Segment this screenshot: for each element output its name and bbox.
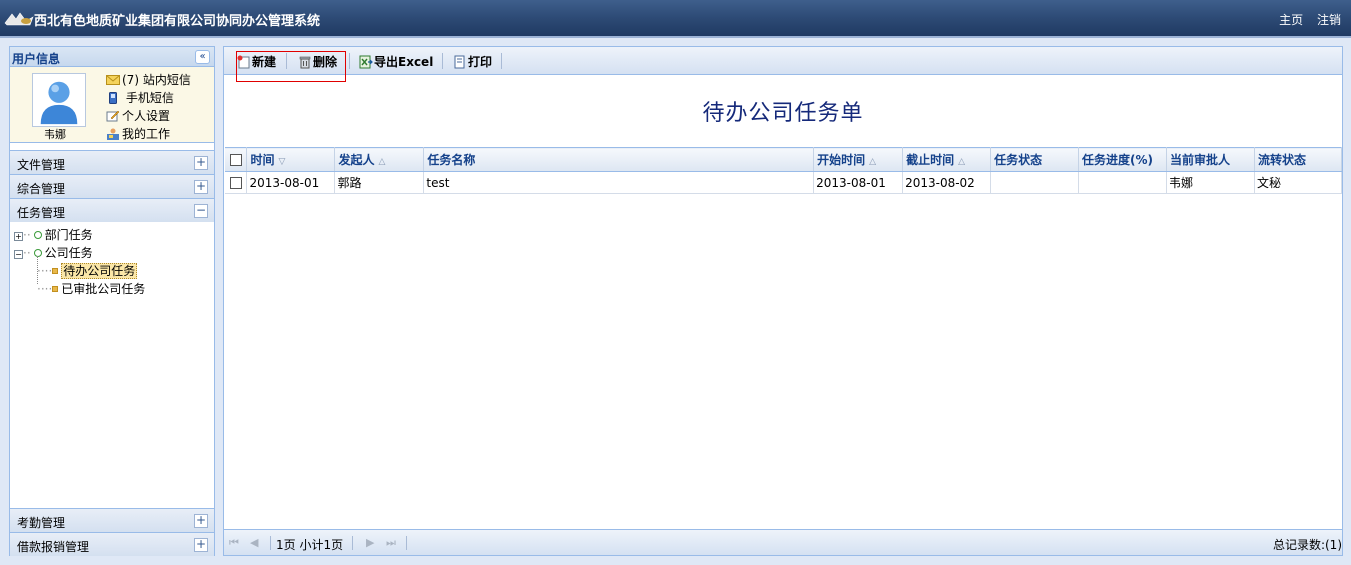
first-page-icon[interactable]: ⏮ [229, 536, 239, 550]
inbox-link[interactable]: (7) 站内短信 [106, 71, 191, 89]
my-work-link[interactable]: 我的工作 [106, 125, 191, 143]
task-tree: +·· 部门任务 −·· 公司任务 ···· 待办公司任务 ···· 已审批公司任务 [10, 222, 214, 508]
cell-time: 2013-08-01 [246, 171, 336, 194]
section-attendance-management[interactable]: 考勤管理 + [10, 508, 214, 532]
user-info-header: 用户信息 « [10, 47, 214, 67]
cell-task-name[interactable]: test [423, 171, 815, 194]
column-header-task-status[interactable]: 任务状态 [990, 147, 1080, 172]
avatar [32, 73, 86, 127]
table-row[interactable]: 2013-08-01 郭路 test 2013-08-01 2013-08-02… [225, 171, 1343, 194]
cell-task-status [990, 171, 1080, 194]
column-header-end-time[interactable]: 截止时间 △ [902, 147, 992, 172]
expand-icon[interactable]: + [194, 538, 208, 552]
user-name: 韦娜 [44, 128, 66, 141]
section-task-management[interactable]: 任务管理 − [10, 198, 214, 222]
tree-expand-icon[interactable]: + [14, 232, 23, 241]
leaf-icon [52, 286, 59, 292]
tree-collapse-icon[interactable]: − [14, 250, 23, 259]
pager: ⏮ ◀ 1页 小计1页 ▶ ⏭ 总记录数:(1) [224, 529, 1342, 555]
main-panel: 新建 删除 导出Excel 打印 待办公司任务单 时间 ▽ 发起人 △ 任务名称 开… [223, 46, 1343, 556]
cell-start-time: 2013-08-01 [813, 171, 904, 194]
row-select-cell[interactable] [225, 171, 248, 194]
toolbar: 新建 删除 导出Excel 打印 [224, 47, 1342, 82]
expand-icon[interactable]: + [194, 180, 208, 194]
edit-icon [106, 110, 120, 122]
section-file-management[interactable]: 文件管理 + [10, 150, 214, 174]
excel-export-icon [359, 55, 373, 69]
sort-asc-icon: △ [378, 157, 386, 167]
sort-asc-icon: △ [958, 157, 966, 167]
tree-item-dept-tasks[interactable]: +·· 部门任务 [14, 226, 93, 243]
cell-initiator: 郭路 [334, 171, 425, 194]
folder-icon [33, 231, 42, 239]
column-header-task-progress[interactable]: 任务进度(%) [1078, 147, 1167, 172]
work-icon [107, 128, 119, 140]
export-excel-button[interactable]: 导出Excel [359, 53, 433, 70]
user-box: 韦娜 (7) 站内短信 手机短信 个人设置 我的工作 [10, 67, 214, 143]
tree-item-pending-company-tasks[interactable]: ···· 待办公司任务 [37, 262, 138, 279]
collapse-icon[interactable]: − [194, 204, 208, 218]
column-header-current-approver[interactable]: 当前审批人 [1166, 147, 1255, 172]
page-info: 1页 小计1页 [276, 538, 344, 552]
cell-flow-status: 文秘 [1254, 171, 1343, 194]
select-all-header[interactable] [225, 147, 248, 172]
sms-link[interactable]: 手机短信 [106, 89, 191, 107]
next-page-icon[interactable]: ▶ [366, 536, 374, 549]
home-link[interactable]: 主页 [1279, 13, 1303, 27]
column-header-initiator[interactable]: 发起人 △ [334, 147, 425, 172]
section-reimbursement-management[interactable]: 借款报销管理 + [10, 532, 214, 556]
personal-settings-link[interactable]: 个人设置 [106, 107, 191, 125]
app-title: 西北有色地质矿业集团有限公司协同办公管理系统 [34, 14, 321, 29]
left-panel: 用户信息 « 韦娜 (7) 站内短信 手机短信 个人设置 我的工作 文件管理 +… [9, 46, 215, 556]
tree-item-company-tasks[interactable]: −·· 公司任务 [14, 244, 93, 261]
user-info-title: 用户信息 [12, 52, 61, 66]
column-header-start-time[interactable]: 开始时间 △ [813, 147, 904, 172]
prev-page-icon[interactable]: ◀ [250, 536, 258, 549]
logo-icon [4, 12, 34, 26]
section-general-management[interactable]: 综合管理 + [10, 174, 214, 198]
print-button[interactable]: 打印 [453, 53, 492, 70]
sort-asc-icon: △ [869, 157, 877, 167]
expand-icon[interactable]: + [194, 156, 208, 170]
total-records: 总记录数:(1) [1272, 538, 1342, 552]
column-header-task-name[interactable]: 任务名称 [423, 147, 815, 172]
collapse-panel-button[interactable]: « [195, 50, 210, 64]
logout-link[interactable]: 注销 [1317, 13, 1341, 27]
task-grid: 时间 ▽ 发起人 △ 任务名称 开始时间 △ 截止时间 △ 任务状态 任务进度(%) 当… [225, 147, 1343, 194]
cell-end-time: 2013-08-02 [902, 171, 992, 194]
phone-icon [109, 92, 117, 104]
select-all-checkbox[interactable] [230, 153, 242, 166]
print-icon [454, 55, 465, 69]
title-bar: 西北有色地质矿业集团有限公司协同办公管理系统 主页 注销 [0, 0, 1351, 38]
expand-icon[interactable]: + [194, 514, 208, 528]
highlight-box [236, 51, 346, 82]
mail-icon [106, 75, 120, 85]
last-page-icon[interactable]: ⏭ [386, 536, 396, 550]
row-checkbox[interactable] [230, 176, 242, 189]
page-title: 待办公司任务单 [702, 101, 864, 126]
cell-current-approver: 韦娜 [1166, 171, 1255, 194]
column-header-flow-status[interactable]: 流转状态 [1254, 147, 1343, 172]
sort-desc-icon: ▽ [278, 157, 286, 167]
column-header-time[interactable]: 时间 ▽ [246, 147, 336, 172]
leaf-icon [52, 268, 59, 274]
cell-task-progress [1078, 171, 1167, 194]
tree-item-approved-company-tasks[interactable]: ···· 已审批公司任务 [37, 280, 145, 297]
